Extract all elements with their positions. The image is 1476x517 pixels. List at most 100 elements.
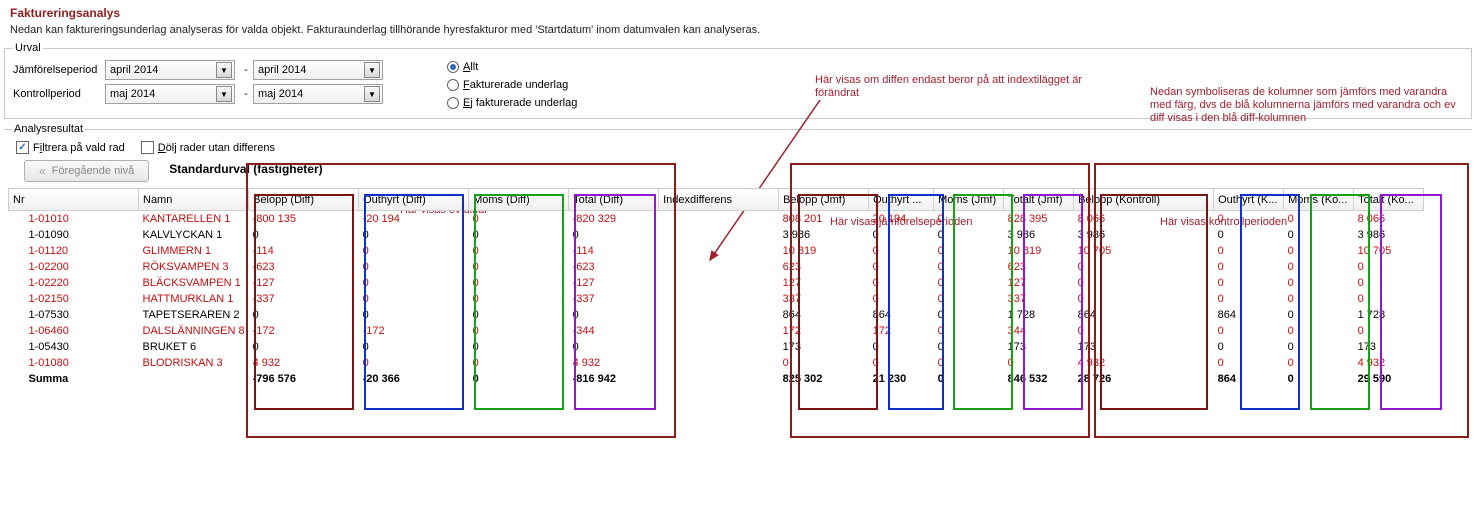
jmf-from-combo[interactable]: april 2014 ▼ — [105, 60, 235, 80]
col-belopp-jmf[interactable]: Belopp (Jmf) — [779, 189, 869, 211]
cell-bk: 0 — [1074, 259, 1214, 275]
result-table[interactable]: Nr Namn Belopp (Diff) Outhyrt (Diff) Mom… — [8, 188, 1424, 387]
cell-mk: 0 — [1284, 243, 1354, 259]
cell-tj: 10 819 — [1004, 243, 1074, 259]
kontroll-label: Kontrollperiod — [13, 88, 105, 100]
col-total-diff[interactable]: Total (Diff) — [569, 189, 659, 211]
cell-bj: 173 — [779, 339, 869, 355]
col-belopp-diff[interactable]: Belopp (Diff) — [249, 189, 359, 211]
chevron-down-icon[interactable]: ▼ — [364, 62, 380, 78]
cell-bk: 0 — [1074, 275, 1214, 291]
cell-od: 0 — [359, 307, 469, 323]
cell-bd: 0 — [249, 307, 359, 323]
cell-tk: 0 — [1354, 275, 1424, 291]
prev-level-button[interactable]: « Föregående nivå — [24, 160, 149, 182]
cell-oj: 0 — [869, 275, 934, 291]
summa-mk: 0 — [1284, 371, 1354, 387]
jmf-to-combo[interactable]: april 2014 ▼ — [253, 60, 383, 80]
cell-id — [659, 339, 779, 355]
kontroll-to-combo[interactable]: maj 2014 ▼ — [253, 84, 383, 104]
cell-bk: 4 932 — [1074, 355, 1214, 371]
col-moms-diff[interactable]: Moms (Diff) — [469, 189, 569, 211]
col-totalt-jmf[interactable]: Totalt (Jmf) — [1004, 189, 1074, 211]
cell-td: 0 — [569, 339, 659, 355]
cell-tj: 828 395 — [1004, 211, 1074, 227]
filter-checkbox[interactable] — [16, 141, 29, 154]
col-moms-kontroll[interactable]: Moms (Ko... — [1284, 189, 1354, 211]
radio-fakturerade[interactable] — [447, 79, 459, 91]
cell-id — [659, 275, 779, 291]
summa-tk: 29 590 — [1354, 371, 1424, 387]
col-moms-jmf[interactable]: Moms (Jmf) — [934, 189, 1004, 211]
dash: - — [239, 88, 253, 100]
col-outhyrt-diff[interactable]: Outhyrt (Diff) — [359, 189, 469, 211]
kontroll-to-value: maj 2014 — [258, 88, 303, 100]
cell-mk: 0 — [1284, 339, 1354, 355]
cell-namn: BLÄCKSVAMPEN 1 — [139, 275, 249, 291]
cell-bk: 173 — [1074, 339, 1214, 355]
col-totalt-kontroll[interactable]: Totalt (Ko... — [1354, 189, 1424, 211]
cell-bk: 3 986 — [1074, 227, 1214, 243]
table-row[interactable]: 1-02200RÖKSVAMPEN 3-62300-62362300623000… — [9, 259, 1424, 275]
summa-td: -816 942 — [569, 371, 659, 387]
cell-td: 0 — [569, 307, 659, 323]
cell-bk: 10 705 — [1074, 243, 1214, 259]
col-nr[interactable]: Nr — [9, 189, 139, 211]
summa-row: Summa-796 576-20 3660-816 942825 30221 2… — [9, 371, 1424, 387]
cell-mj: 0 — [934, 227, 1004, 243]
table-row[interactable]: 1-01010KANTARELLEN 1-800 135-20 1940-820… — [9, 211, 1424, 227]
cell-mj: 0 — [934, 259, 1004, 275]
table-row[interactable]: 1-05430BRUKET 600001730017317300173 — [9, 339, 1424, 355]
cell-tk: 10 705 — [1354, 243, 1424, 259]
cell-mk: 0 — [1284, 291, 1354, 307]
col-outhyrt-jmf[interactable]: Outhyrt ... — [869, 189, 934, 211]
table-row[interactable]: 1-01090KALVLYCKAN 100003 986003 9863 986… — [9, 227, 1424, 243]
standardurval-label: Standardurval (fastigheter) — [169, 162, 322, 176]
chevron-down-icon[interactable]: ▼ — [216, 86, 232, 102]
cell-bj: 337 — [779, 291, 869, 307]
col-namn[interactable]: Namn — [139, 189, 249, 211]
cell-bj: 127 — [779, 275, 869, 291]
summa-ok: 864 — [1214, 371, 1284, 387]
cell-ok: 0 — [1214, 339, 1284, 355]
hide-label: Dölj rader utan differens — [158, 142, 275, 154]
cell-oj: 0 — [869, 259, 934, 275]
hide-checkbox[interactable] — [141, 141, 154, 154]
jmf-label: Jämförelseperiod — [13, 64, 105, 76]
chevron-down-icon[interactable]: ▼ — [364, 86, 380, 102]
cell-bj: 808 201 — [779, 211, 869, 227]
kontroll-from-combo[interactable]: maj 2014 ▼ — [105, 84, 235, 104]
table-row[interactable]: 1-02150HATTMURKLAN 1-33700-3373370033700… — [9, 291, 1424, 307]
cell-nr: 1-01080 — [9, 355, 139, 371]
cell-id — [659, 307, 779, 323]
col-outhyrt-kontroll[interactable]: Outhyrt (K... — [1214, 189, 1284, 211]
radio-ej-fakturerade[interactable] — [447, 97, 459, 109]
cell-od: 0 — [359, 259, 469, 275]
table-row[interactable]: 1-01080BLODRISKAN 34 932004 93200004 932… — [9, 355, 1424, 371]
summa-oj: 21 230 — [869, 371, 934, 387]
cell-od: -20 194 — [359, 211, 469, 227]
cell-tk: 3 986 — [1354, 227, 1424, 243]
table-row[interactable]: 1-06460DALSLÄNNINGEN 8-172-1720-34417217… — [9, 323, 1424, 339]
cell-bk: 864 — [1074, 307, 1214, 323]
cell-mk: 0 — [1284, 227, 1354, 243]
prev-btn-label: Föregående nivå — [52, 165, 135, 177]
table-row[interactable]: 1-07530TAPETSERAREN 2000086486401 728864… — [9, 307, 1424, 323]
cell-id — [659, 227, 779, 243]
cell-id — [659, 211, 779, 227]
cell-md: 0 — [469, 355, 569, 371]
chevron-down-icon[interactable]: ▼ — [216, 62, 232, 78]
table-row[interactable]: 1-02220BLÄCKSVAMPEN 1-12700-127127001270… — [9, 275, 1424, 291]
cell-tj: 344 — [1004, 323, 1074, 339]
cell-oj: 0 — [869, 243, 934, 259]
cell-td: -114 — [569, 243, 659, 259]
col-belopp-kontroll[interactable]: Belopp (Kontroll) — [1074, 189, 1214, 211]
cell-bd: -337 — [249, 291, 359, 307]
table-row[interactable]: 1-01120GLIMMERN 1-11400-11410 8190010 81… — [9, 243, 1424, 259]
filter-label: Filtrera på vald rad — [33, 142, 125, 154]
cell-td: -820 329 — [569, 211, 659, 227]
col-indexdiff[interactable]: Indexdifferens — [659, 189, 779, 211]
radio-all[interactable] — [447, 61, 459, 73]
cell-nr: 1-01090 — [9, 227, 139, 243]
cell-namn: RÖKSVAMPEN 3 — [139, 259, 249, 275]
